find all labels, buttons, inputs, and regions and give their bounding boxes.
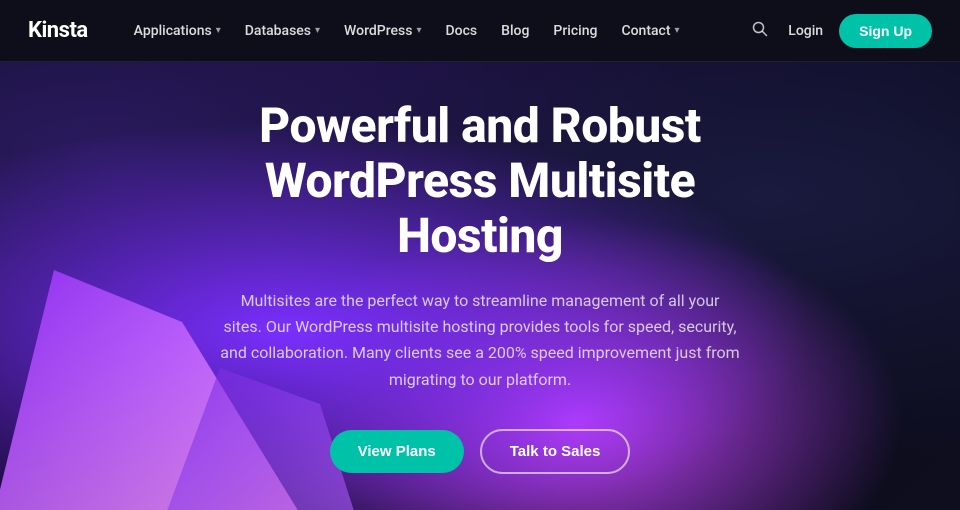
nav-links: Applications ▾ Databases ▾ WordPress ▾ D… xyxy=(124,17,749,45)
nav-item-databases[interactable]: Databases ▾ xyxy=(235,17,330,45)
nav-label-applications: Applications xyxy=(134,23,212,39)
main-nav: Kinsta Applications ▾ Databases ▾ WordPr… xyxy=(0,0,960,62)
search-icon[interactable] xyxy=(748,17,772,45)
nav-label-blog: Blog xyxy=(501,23,529,39)
nav-label-databases: Databases xyxy=(245,23,311,39)
nav-label-contact: Contact xyxy=(621,23,670,39)
nav-item-docs[interactable]: Docs xyxy=(436,17,488,45)
hero-section: Powerful and Robust WordPress Multisite … xyxy=(0,62,960,510)
hero-buttons: View Plans Talk to Sales xyxy=(180,429,780,474)
nav-item-pricing[interactable]: Pricing xyxy=(543,17,607,45)
chevron-down-icon: ▾ xyxy=(416,25,421,36)
hero-subtitle: Multisites are the perfect way to stream… xyxy=(220,288,740,394)
logo[interactable]: Kinsta xyxy=(28,18,88,43)
talk-to-sales-button[interactable]: Talk to Sales xyxy=(480,429,631,474)
hero-title: Powerful and Robust WordPress Multisite … xyxy=(180,98,780,264)
nav-item-applications[interactable]: Applications ▾ xyxy=(124,17,231,45)
chevron-down-icon: ▾ xyxy=(675,25,680,36)
nav-item-contact[interactable]: Contact ▾ xyxy=(611,17,689,45)
chevron-down-icon: ▾ xyxy=(216,25,221,36)
signup-button[interactable]: Sign Up xyxy=(839,14,932,48)
chevron-down-icon: ▾ xyxy=(315,25,320,36)
nav-item-blog[interactable]: Blog xyxy=(491,17,539,45)
logo-text: Kinsta xyxy=(28,18,88,43)
nav-right: Login Sign Up xyxy=(748,14,932,48)
login-button[interactable]: Login xyxy=(788,23,823,39)
hero-content: Powerful and Robust WordPress Multisite … xyxy=(140,98,820,474)
nav-item-wordpress[interactable]: WordPress ▾ xyxy=(334,17,431,45)
view-plans-button[interactable]: View Plans xyxy=(330,430,464,473)
nav-label-docs: Docs xyxy=(446,23,478,39)
nav-label-pricing: Pricing xyxy=(553,23,597,39)
nav-label-wordpress: WordPress xyxy=(344,23,412,39)
